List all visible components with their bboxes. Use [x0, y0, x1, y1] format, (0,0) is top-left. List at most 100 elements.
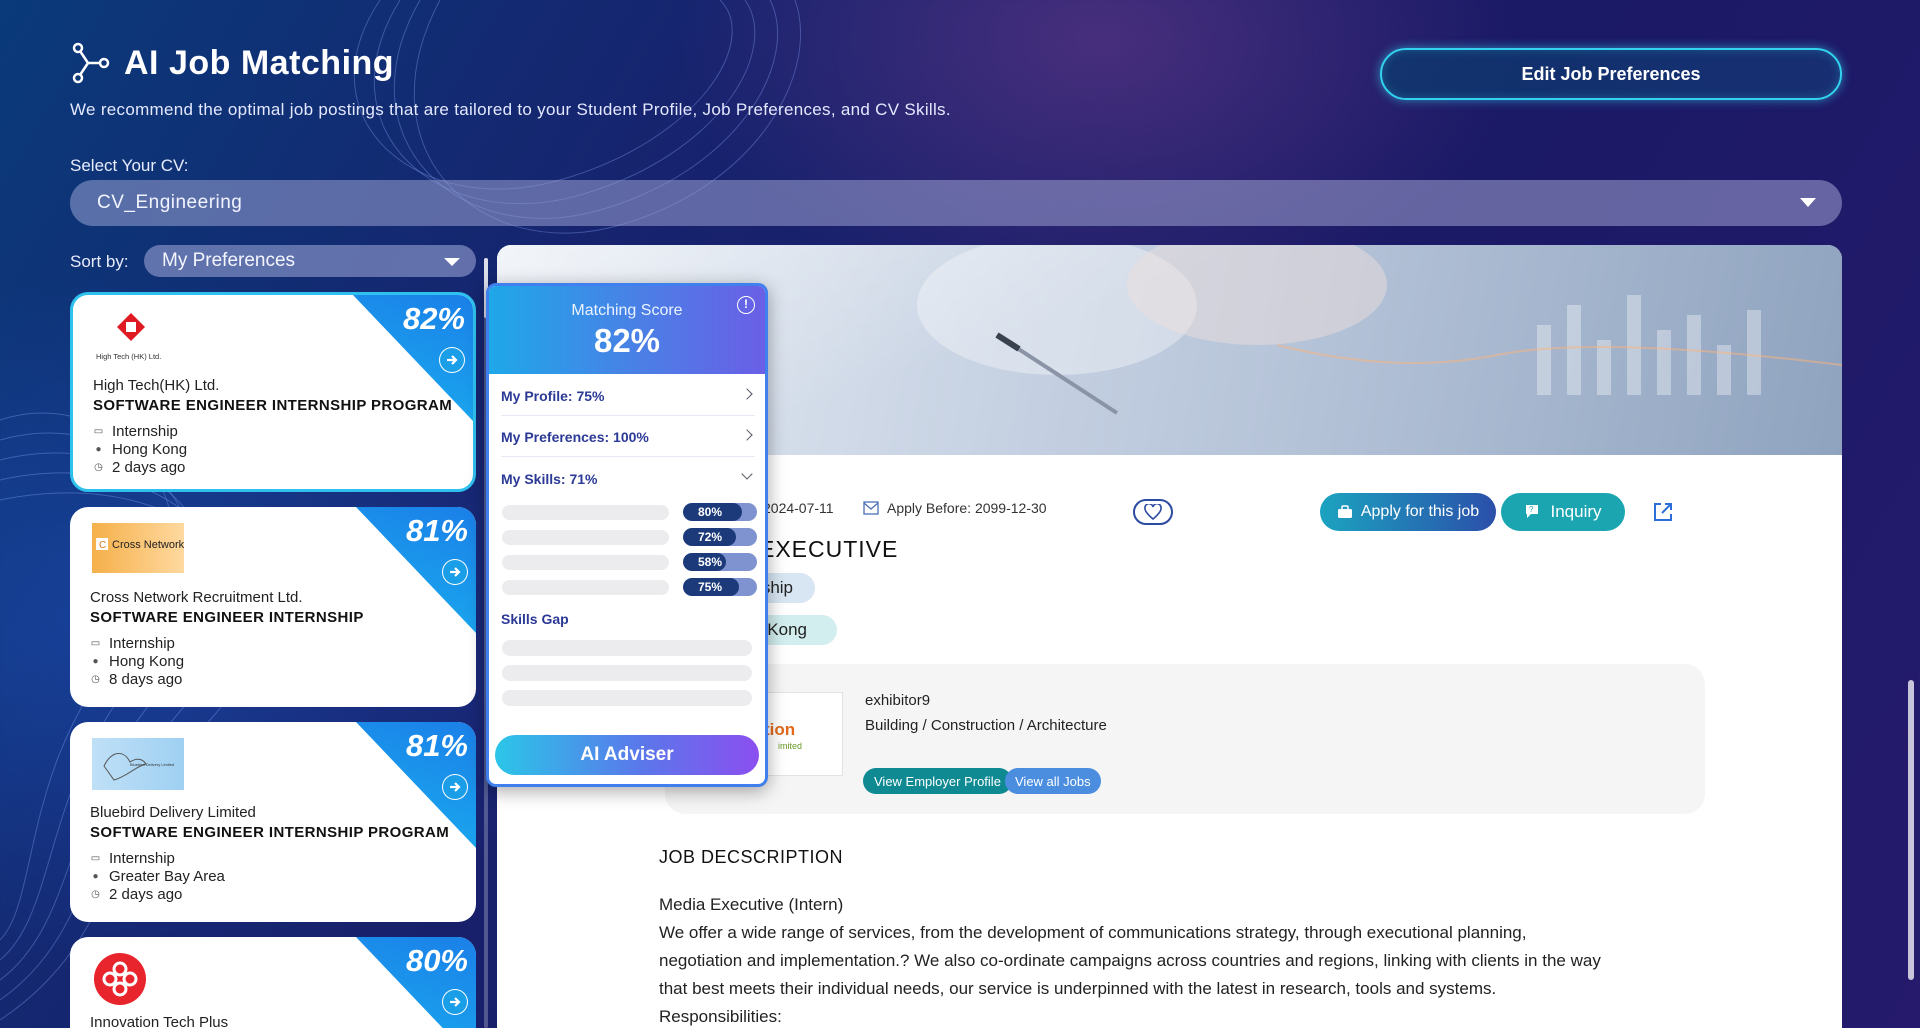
job-title: SOFTWARE ENGINEER INTERNSHIP [90, 609, 364, 626]
clock-icon: ◷ [91, 674, 100, 685]
job-posted: ◷ 2 days ago [91, 886, 183, 903]
page-subtitle: We recommend the optimal job postings th… [70, 100, 951, 119]
location-pin-icon: ● [92, 871, 99, 882]
job-title: EXECUTIVE [759, 536, 899, 562]
location-pin-icon: ● [92, 656, 99, 667]
arrow-right-icon[interactable] [442, 559, 468, 585]
job-location: ● Hong Kong [90, 653, 184, 670]
skill-score: 72% [683, 528, 757, 546]
briefcase-icon: ▭ [93, 426, 104, 437]
skill-bar [502, 555, 669, 570]
company-name: High Tech(HK) Ltd. [93, 377, 220, 394]
skill-score: 58% [683, 553, 757, 571]
matching-score-label: Matching Score [571, 302, 683, 319]
view-all-jobs-button[interactable]: View all Jobs [1005, 768, 1101, 794]
arrow-right-icon[interactable] [442, 774, 468, 800]
svg-text:?: ? [1529, 505, 1534, 514]
company-logo: High Tech (HK) Ltd. [93, 309, 189, 365]
my-skills-row[interactable]: My Skills: 71% [501, 459, 755, 499]
network-icon [72, 42, 110, 84]
mail-icon [863, 501, 879, 515]
svg-text:tion: tion [764, 720, 795, 739]
skill-score: 80% [683, 503, 757, 521]
sort-select-value: My Preferences [162, 250, 296, 271]
employer-card: tion imited exhibitor9 Building / Constr… [665, 664, 1705, 814]
company-logo [90, 951, 186, 1007]
svg-text:imited: imited [778, 741, 802, 751]
company-logo: C Cross Network [90, 521, 186, 577]
job-description-body: Media Executive (Intern) We offer a wide… [659, 895, 1601, 1026]
clock-icon: ◷ [91, 889, 100, 900]
job-type: ▭ Internship [90, 635, 175, 652]
skills-gap-title: Skills Gap [501, 611, 569, 627]
job-location: ● Hong Kong [93, 441, 187, 458]
apply-button[interactable]: Apply for this job [1320, 493, 1496, 531]
employer-industry: Building / Construction / Architecture [865, 717, 1107, 734]
cv-select-label: Select Your CV: [70, 156, 189, 175]
job-card[interactable]: 81% C Cross Network Cross Network Recrui… [70, 507, 476, 707]
company-name: Bluebird Delivery Limited [90, 804, 256, 821]
svg-text:C: C [99, 540, 106, 551]
job-card[interactable]: 81% Bluebird Delivery Limited Bluebird D… [70, 722, 476, 922]
briefcase-icon: ▭ [90, 638, 101, 649]
arrow-right-icon[interactable] [439, 347, 465, 373]
chat-question-icon: ? [1526, 505, 1539, 518]
svg-text:High Tech (HK) Ltd.: High Tech (HK) Ltd. [96, 352, 161, 361]
employer-name: exhibitor9 [865, 692, 931, 709]
job-type: ▭ Internship [90, 850, 175, 867]
skills-gap-bar [502, 690, 752, 706]
cv-select[interactable]: CV_Engineering [70, 180, 1842, 226]
job-location: ● Greater Bay Area [90, 868, 224, 885]
my-profile-row[interactable]: My Profile: 75% [501, 376, 755, 416]
matching-score-value: 82% [593, 322, 661, 359]
arrow-right-icon[interactable] [442, 989, 468, 1015]
info-icon[interactable]: ! [737, 296, 755, 314]
job-card[interactable]: 80% Innovation Tech Plus [70, 937, 476, 1028]
apply-before-date: Apply Before: 2099-12-30 [863, 500, 1047, 516]
match-score: 82% [402, 301, 465, 336]
briefcase-icon: ▭ [90, 853, 101, 864]
page-header: AI Job Matching [70, 42, 394, 84]
location-pin-icon: ● [95, 444, 102, 455]
skill-score: 75% [683, 578, 757, 596]
chevron-down-icon [741, 468, 753, 480]
match-score: 80% [405, 943, 468, 978]
posted-date: 2024-07-11 [763, 500, 834, 516]
company-name: Cross Network Recruitment Ltd. [90, 589, 303, 606]
job-card[interactable]: 82% High Tech (HK) Ltd. High Tech(HK) Lt… [70, 292, 476, 492]
job-title: SOFTWARE ENGINEER INTERNSHIP PROGRAM [90, 824, 450, 841]
job-title: SOFTWARE ENGINEER INTERNSHIP PROGRAM [93, 397, 453, 414]
external-link-icon[interactable] [1651, 500, 1675, 524]
heart-icon [1144, 504, 1162, 520]
ai-adviser-button[interactable]: AI Adviser [495, 735, 759, 775]
job-type: ▭ Internship [93, 423, 178, 440]
chevron-down-icon [444, 258, 460, 266]
sort-label: Sort by: [70, 252, 129, 271]
skill-bar [502, 505, 669, 520]
matching-score-popup: Matching Score 82% ! My Profile: 75% My … [486, 283, 768, 787]
job-posted: ◷ 2 days ago [94, 459, 186, 476]
page-scrollbar[interactable] [1908, 680, 1914, 980]
svg-text:Cross Network: Cross Network [112, 539, 185, 551]
favorite-button[interactable] [1133, 499, 1173, 525]
clock-icon: ◷ [94, 462, 103, 473]
inquiry-button[interactable]: ? Inquiry [1501, 493, 1625, 531]
job-description-heading: JOB DECSCRIPTION [659, 847, 844, 867]
my-preferences-row[interactable]: My Preferences: 100% [501, 417, 755, 457]
skill-bar [502, 580, 669, 595]
view-employer-profile-button[interactable]: View Employer Profile [863, 768, 1012, 794]
match-score: 81% [405, 513, 468, 548]
page-title: AI Job Matching [124, 43, 395, 82]
skills-gap-bar [502, 640, 752, 656]
sort-select[interactable]: My Preferences [144, 245, 476, 277]
chevron-down-icon [1800, 198, 1816, 207]
matching-score-header: Matching Score 82% ! [489, 286, 765, 374]
company-logo: Bluebird Delivery Limited [90, 736, 186, 792]
edit-job-preferences-button[interactable]: Edit Job Preferences [1380, 48, 1842, 100]
chevron-right-icon [741, 388, 753, 400]
company-name: Innovation Tech Plus [90, 1014, 229, 1028]
cv-select-value: CV_Engineering [97, 192, 243, 213]
skills-gap-bar [502, 665, 752, 681]
employer-logo: tion imited [759, 692, 843, 776]
skill-bar [502, 530, 669, 545]
